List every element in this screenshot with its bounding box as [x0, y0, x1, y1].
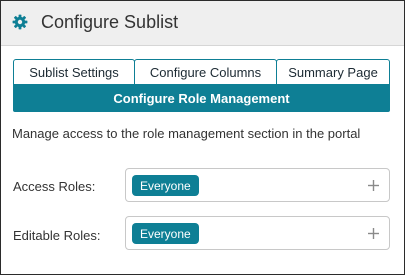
- configure-sublist-dialog: Configure Sublist Sublist Settings Confi…: [0, 0, 405, 275]
- dialog-header: Configure Sublist: [1, 1, 404, 46]
- tab-summary-page[interactable]: Summary Page: [276, 59, 390, 85]
- editable-roles-chip-everyone[interactable]: Everyone: [132, 223, 199, 244]
- editable-roles-field[interactable]: Everyone: [125, 216, 390, 250]
- dialog-title: Configure Sublist: [41, 12, 179, 32]
- gear-icon: [12, 14, 28, 30]
- access-roles-field[interactable]: Everyone: [125, 168, 390, 202]
- tab-bar: Sublist Settings Configure Columns Summa…: [13, 59, 390, 85]
- section-description: Manage access to the role management sec…: [12, 126, 361, 141]
- access-roles-label: Access Roles:: [13, 179, 96, 194]
- editable-roles-label: Editable Roles:: [13, 228, 101, 243]
- tab-configure-columns[interactable]: Configure Columns: [134, 59, 277, 85]
- plus-icon[interactable]: [368, 228, 379, 239]
- tab-configure-role-management[interactable]: Configure Role Management: [13, 85, 390, 112]
- access-roles-chip-everyone[interactable]: Everyone: [132, 175, 199, 196]
- plus-icon[interactable]: [368, 180, 379, 191]
- tab-sublist-settings[interactable]: Sublist Settings: [13, 59, 135, 85]
